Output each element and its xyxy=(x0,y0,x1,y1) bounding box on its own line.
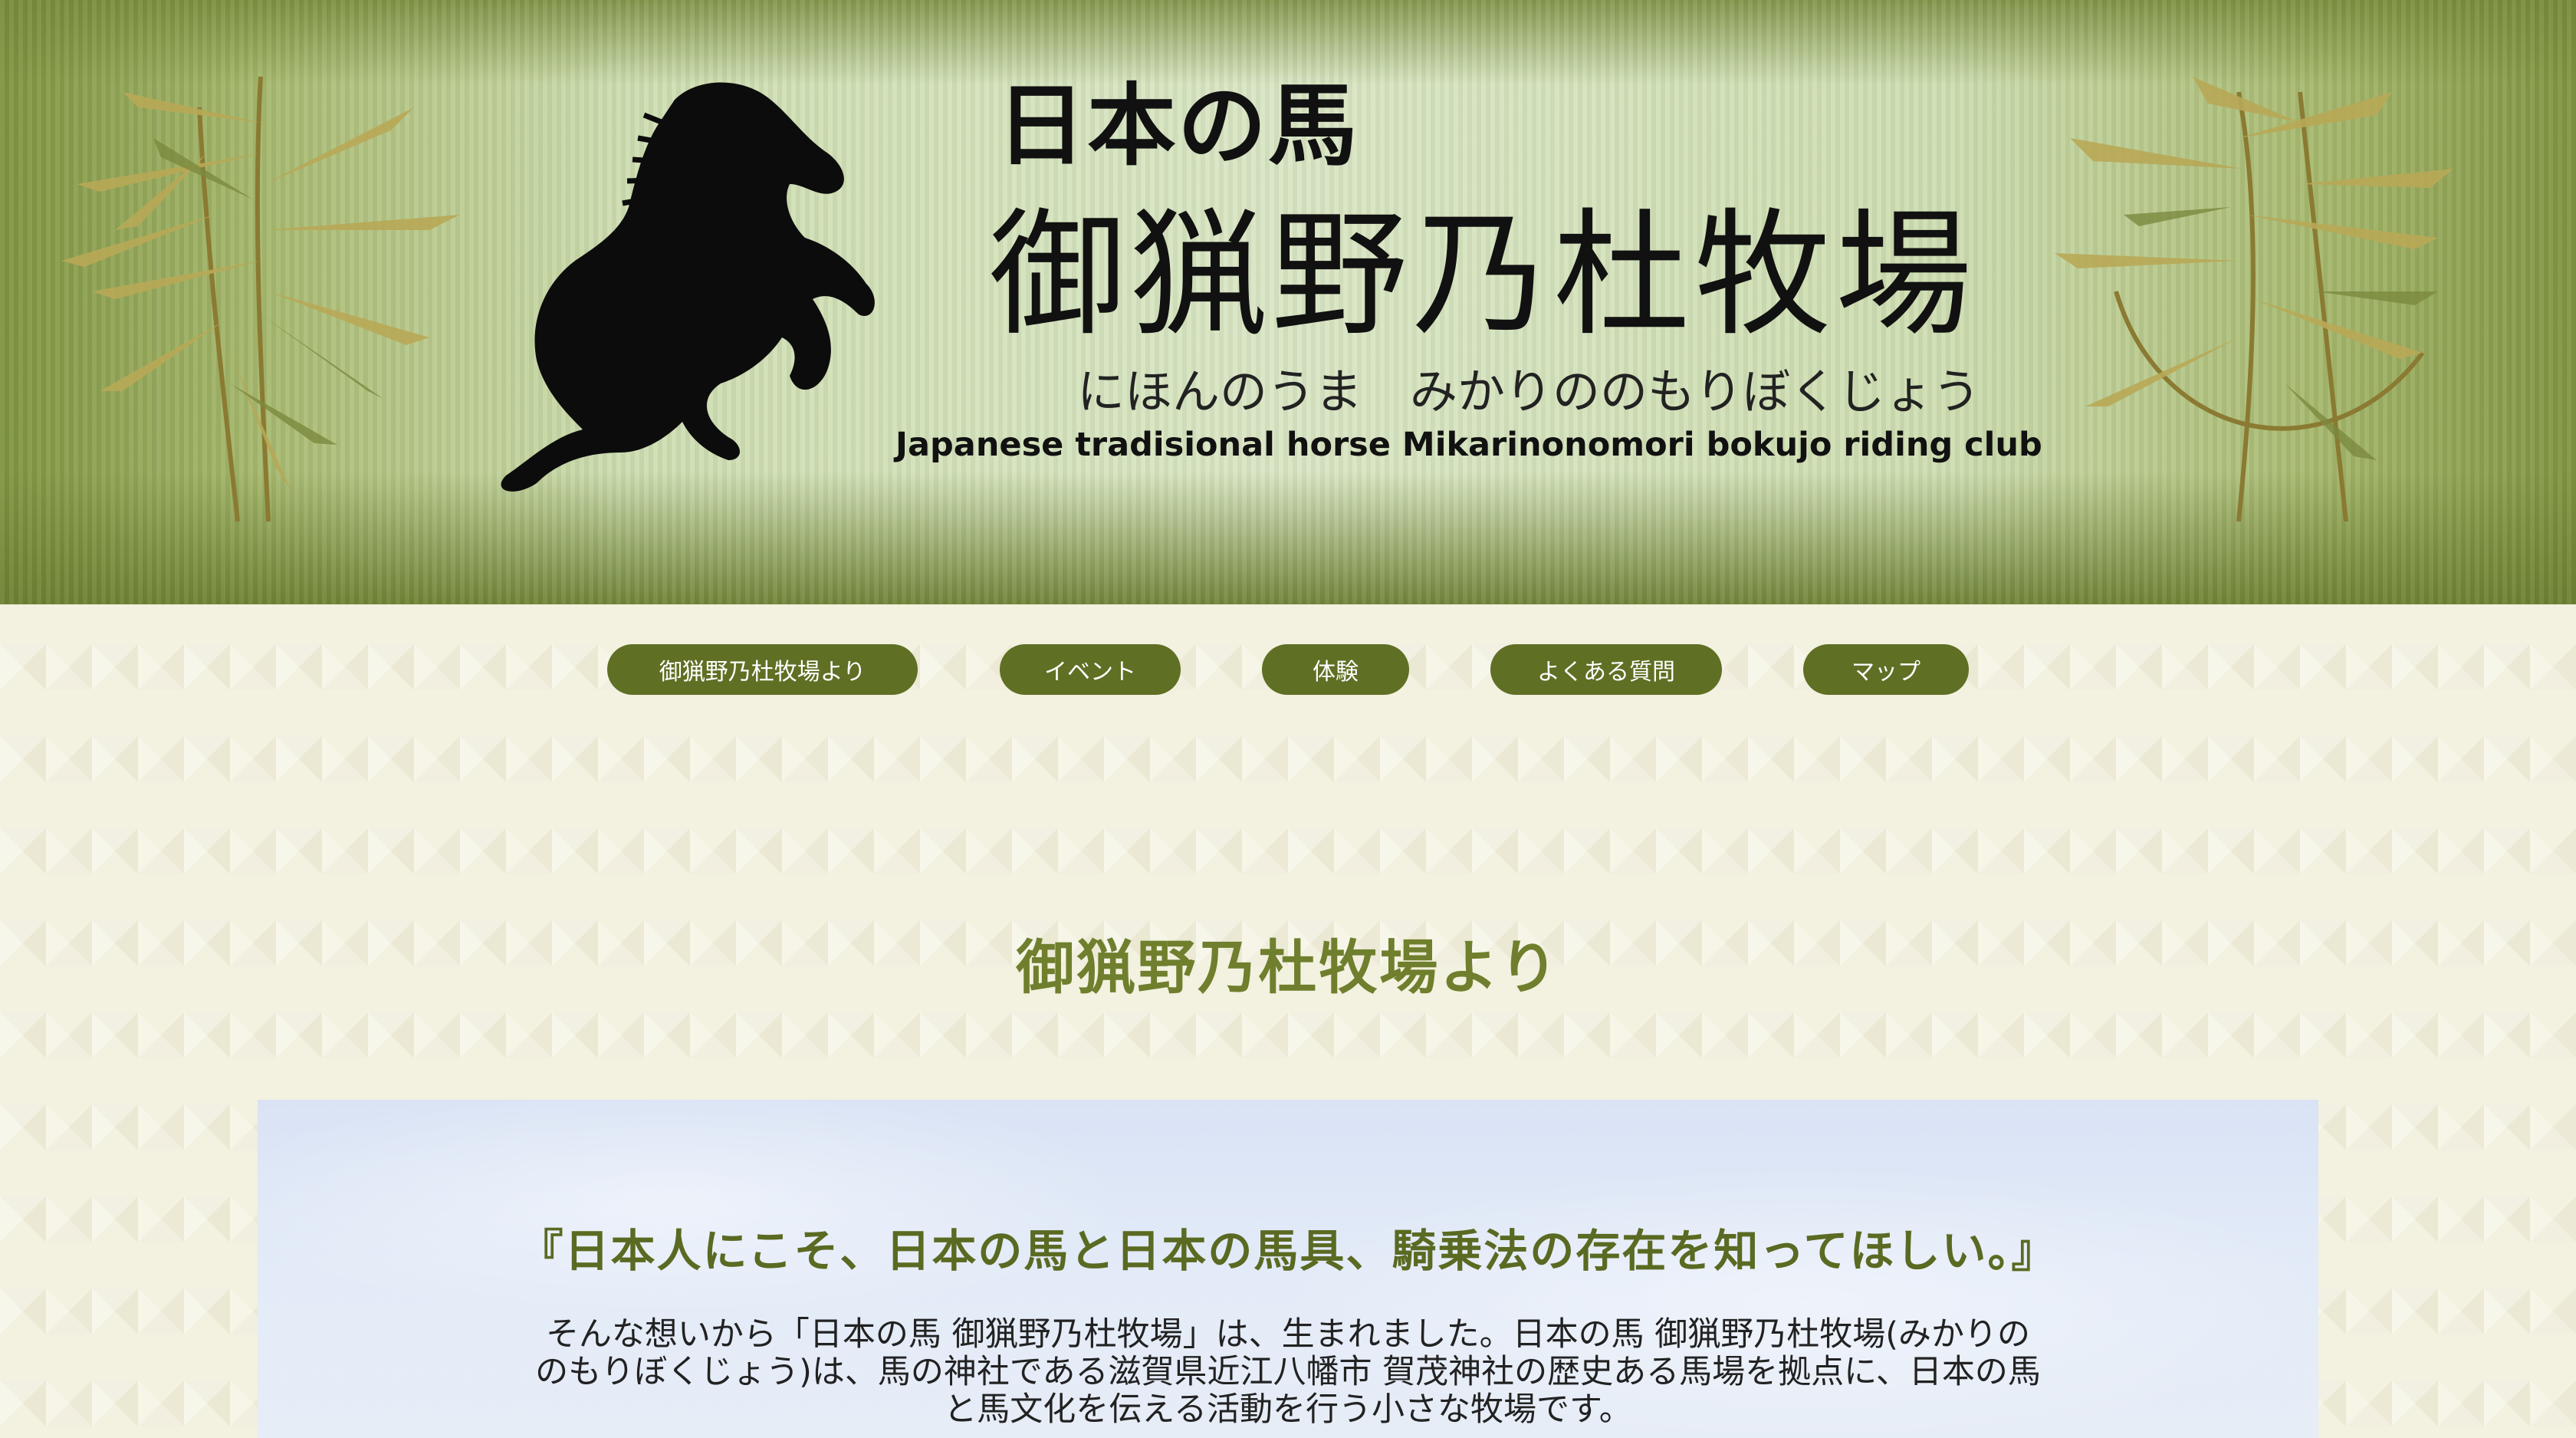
nav-item-experience[interactable]: 体験 xyxy=(1262,644,1409,695)
banner-title-small: 日本の馬 xyxy=(997,74,1359,178)
rearing-horse-logo xyxy=(501,82,875,492)
header-banner: 日本の馬 御猟野乃杜牧場 にほんのうま みかりののもりぼくじょう Japanes… xyxy=(0,0,2576,604)
nav-item-events[interactable]: イベント xyxy=(1000,644,1181,695)
banner-title-english: Japanese tradisional horse Mikarinonomor… xyxy=(895,426,2042,464)
intro-headline: 『日本人にこそ、日本の馬と日本の馬具、騎乗法の存在を知ってほしい。』 xyxy=(518,1225,2058,1277)
banner-title-kana: にほんのうま みかりののもりぼくじょう xyxy=(1077,364,1981,420)
main-navigation: 御猟野乃杜牧場より イベント 体験 よくある質問 マップ xyxy=(0,644,2576,695)
bamboo-left-decoration xyxy=(61,76,460,522)
intro-content-box: 『日本人にこそ、日本の馬と日本の馬具、騎乗法の存在を知ってほしい。』 そんな想い… xyxy=(258,1100,2318,1438)
nav-item-about[interactable]: 御猟野乃杜牧場より xyxy=(607,644,918,695)
banner-title-main: 御猟野乃杜牧場 xyxy=(989,196,1976,354)
intro-body-text: そんな想いから「日本の馬 御猟野乃杜牧場」は、生まれました。日本の馬 御猟野乃杜… xyxy=(535,1315,2041,1429)
bamboo-right-decoration xyxy=(2055,77,2453,522)
nav-item-map[interactable]: マップ xyxy=(1803,644,1969,695)
section-title: 御猟野乃杜牧場より xyxy=(1016,933,1560,1002)
nav-item-faq[interactable]: よくある質問 xyxy=(1490,644,1722,695)
